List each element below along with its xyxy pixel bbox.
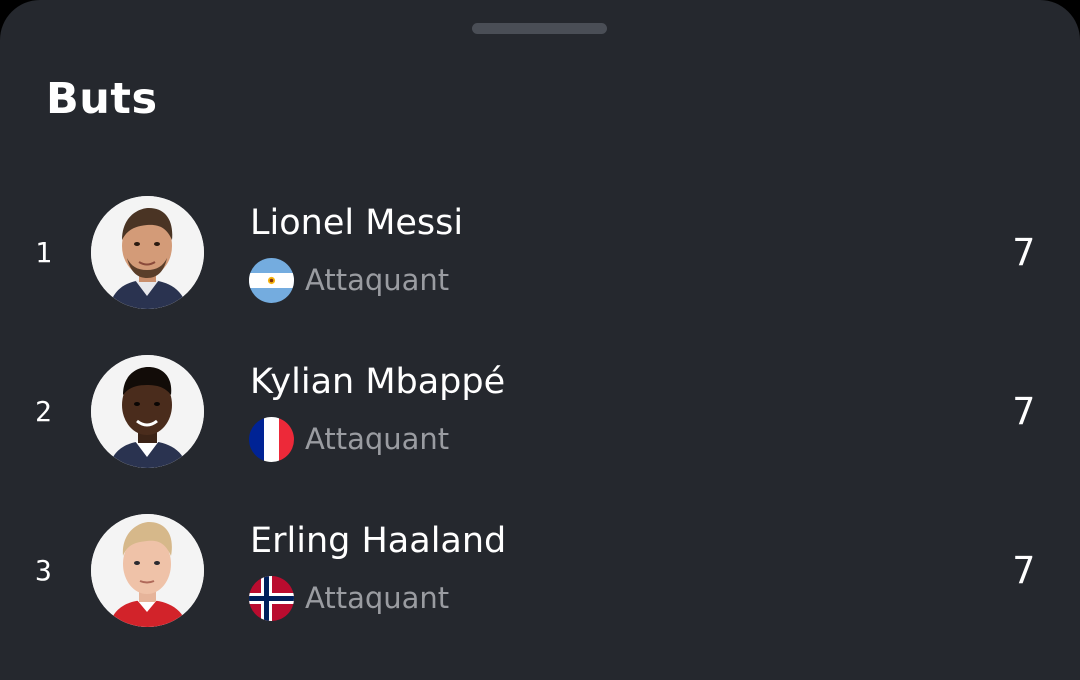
player-avatar <box>91 196 204 309</box>
rank-number: 2 <box>35 395 52 428</box>
player-position: Attaquant <box>305 422 450 456</box>
goals-count: 7 <box>1012 231 1035 274</box>
france-flag-icon <box>249 417 294 462</box>
drag-handle[interactable] <box>472 23 607 34</box>
goals-count: 7 <box>1012 390 1035 433</box>
norway-flag-icon <box>249 576 294 621</box>
player-photo-messi <box>91 196 204 309</box>
bottom-sheet: Buts 1 Lionel Messi Attaquant 7 2 Kylian… <box>0 0 1080 680</box>
rank-number: 1 <box>35 236 52 269</box>
player-avatar <box>91 514 204 627</box>
player-photo-haaland <box>91 514 204 627</box>
sheet-title: Buts <box>46 74 158 124</box>
player-row-3[interactable]: 3 Erling Haaland Attaquant 7 <box>0 514 1080 644</box>
player-name: Kylian Mbappé <box>250 362 506 402</box>
player-photo-mbappe <box>91 355 204 468</box>
player-name: Erling Haaland <box>250 521 507 561</box>
player-name: Lionel Messi <box>250 203 464 243</box>
player-position: Attaquant <box>305 581 450 615</box>
argentina-flag-icon <box>249 258 294 303</box>
player-avatar <box>91 355 204 468</box>
player-position: Attaquant <box>305 263 450 297</box>
goals-count: 7 <box>1012 549 1035 592</box>
rank-number: 3 <box>35 554 52 587</box>
player-row-2[interactable]: 2 Kylian Mbappé Attaquant 7 <box>0 355 1080 485</box>
player-row-1[interactable]: 1 Lionel Messi Attaquant 7 <box>0 196 1080 326</box>
